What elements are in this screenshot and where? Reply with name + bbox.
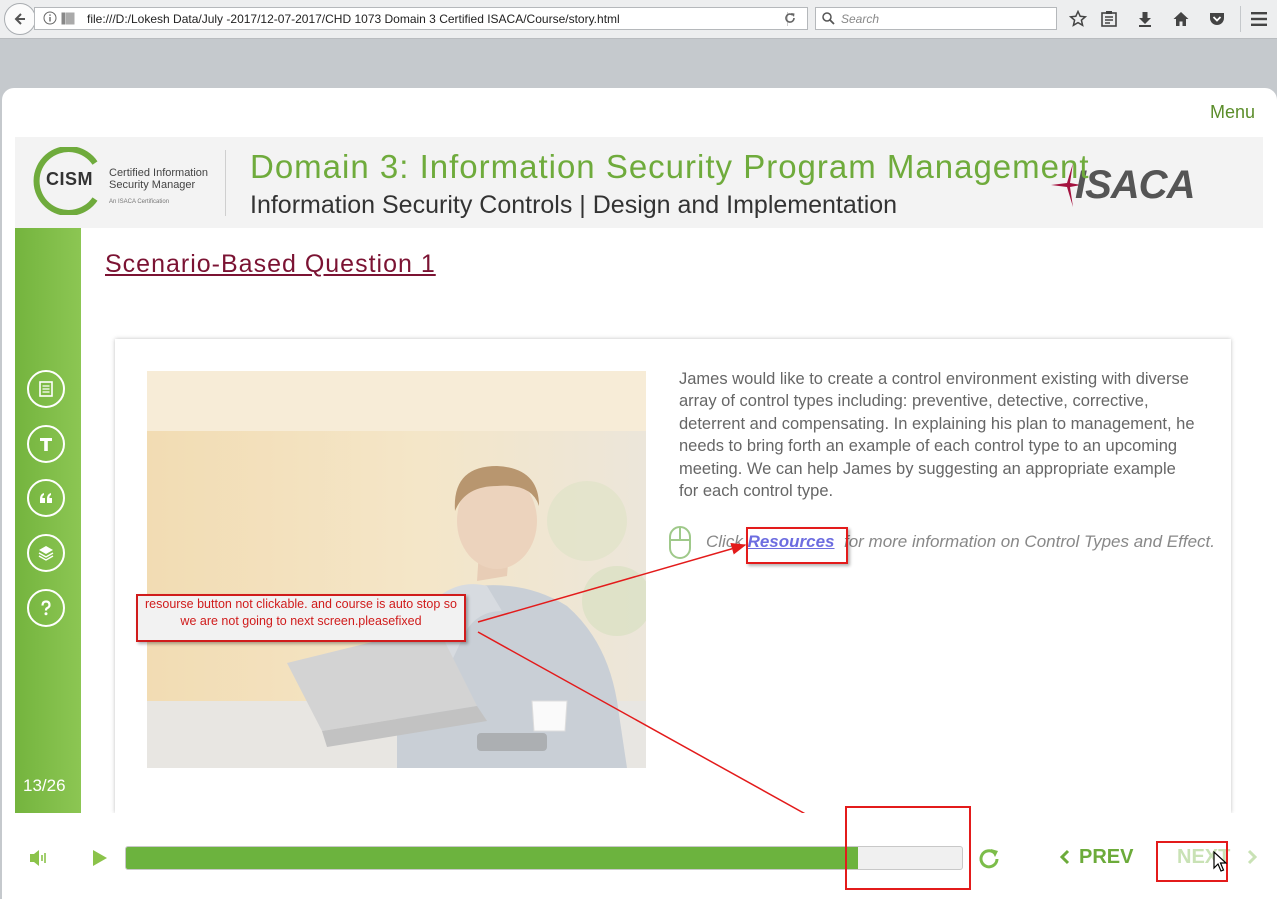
speaker-icon (30, 850, 46, 866)
progress-bar[interactable] (125, 846, 963, 870)
mouse-cursor-icon (1213, 850, 1228, 878)
play-button[interactable] (91, 848, 109, 873)
arrow-to-progress (477, 631, 847, 837)
chevron-left-icon (1059, 849, 1070, 865)
chevron-right-icon (1248, 849, 1258, 865)
volume-button[interactable] (28, 848, 50, 873)
annotation-arrows (477, 542, 847, 837)
replay-button[interactable] (976, 846, 1002, 877)
replay-icon (979, 849, 999, 869)
play-icon (93, 850, 107, 866)
annotation-note: resourse button not clickable. and cours… (136, 594, 466, 642)
progress-fill (126, 847, 858, 869)
arrow-to-resources (477, 542, 747, 623)
prev-button[interactable]: PREV (1059, 846, 1133, 869)
annotation-box-resources (746, 527, 848, 564)
annotation-note-text: resourse button not clickable. and cours… (145, 597, 457, 628)
annotation-box-progress (845, 806, 971, 890)
prev-label: PREV (1079, 846, 1134, 868)
